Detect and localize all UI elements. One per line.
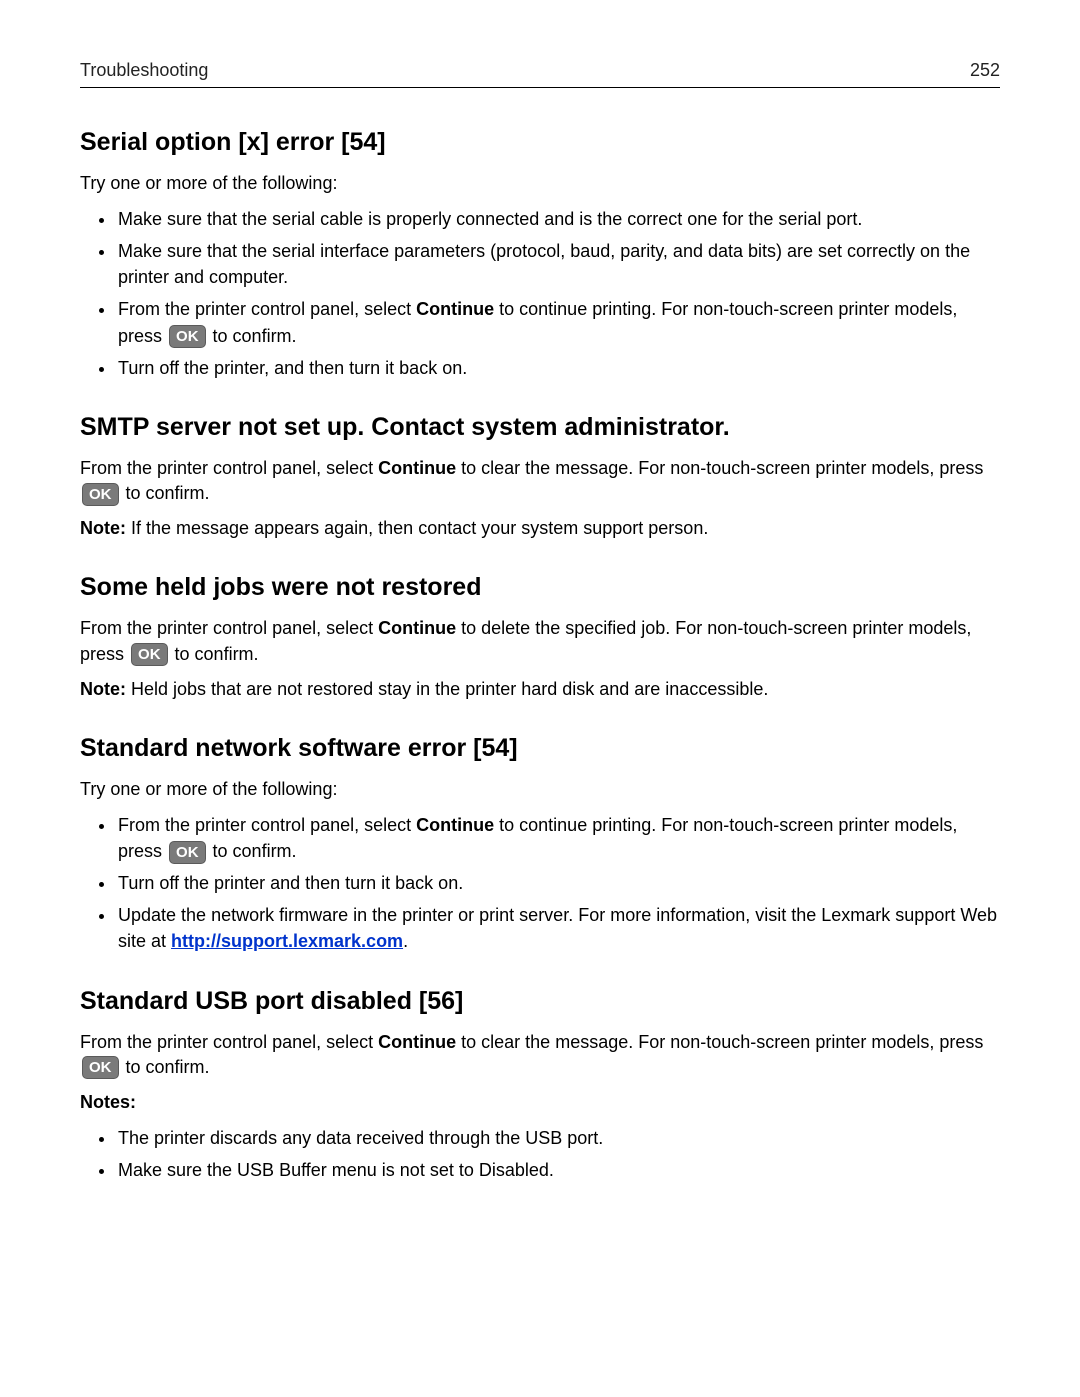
continue-label: Continue bbox=[378, 618, 456, 638]
notes-label: Notes: bbox=[80, 1090, 1000, 1115]
text-fragment: From the printer control panel, select bbox=[118, 299, 416, 319]
intro-text: Try one or more of the following: bbox=[80, 777, 1000, 802]
intro-text: Try one or more of the following: bbox=[80, 171, 1000, 196]
header-section: Troubleshooting bbox=[80, 60, 208, 81]
text-fragment: to confirm. bbox=[170, 644, 259, 664]
list-item: The printer discards any data received t… bbox=[116, 1125, 1000, 1151]
heading-serial-option-error: Serial option [x] error [54] bbox=[80, 128, 1000, 157]
header-page-number: 252 bbox=[970, 60, 1000, 81]
note-label: Note: bbox=[80, 518, 126, 538]
continue-label: Continue bbox=[416, 815, 494, 835]
heading-held-jobs-not-restored: Some held jobs were not restored bbox=[80, 573, 1000, 602]
list-item: From the printer control panel, select C… bbox=[116, 296, 1000, 348]
page: Troubleshooting 252 Serial option [x] er… bbox=[0, 0, 1080, 1255]
list-item: From the printer control panel, select C… bbox=[116, 812, 1000, 864]
ok-button-icon: OK bbox=[169, 841, 206, 864]
ok-button-icon: OK bbox=[131, 643, 168, 666]
paragraph: From the printer control panel, select C… bbox=[80, 616, 1000, 666]
text-fragment: to clear the message. For non‑touch‑scre… bbox=[456, 458, 983, 478]
list-item: Turn off the printer, and then turn it b… bbox=[116, 355, 1000, 381]
text-fragment: From the printer control panel, select bbox=[80, 458, 378, 478]
support-link[interactable]: http://support.lexmark.com bbox=[171, 931, 403, 951]
text-fragment: . bbox=[403, 931, 408, 951]
list-item: Update the network firmware in the print… bbox=[116, 902, 1000, 954]
text-fragment: From the printer control panel, select bbox=[80, 618, 378, 638]
list-item: Make sure that the serial cable is prope… bbox=[116, 206, 1000, 232]
note-text: If the message appears again, then conta… bbox=[126, 518, 708, 538]
list-item: Make sure the USB Buffer menu is not set… bbox=[116, 1157, 1000, 1183]
text-fragment: to clear the message. For non‑touch‑scre… bbox=[456, 1032, 983, 1052]
list-item: Turn off the printer and then turn it ba… bbox=[116, 870, 1000, 896]
continue-label: Continue bbox=[416, 299, 494, 319]
list-item: Make sure that the serial interface para… bbox=[116, 238, 1000, 290]
text-fragment: to confirm. bbox=[121, 1057, 210, 1077]
heading-standard-network-error: Standard network software error [54] bbox=[80, 734, 1000, 763]
bullet-list: The printer discards any data received t… bbox=[80, 1125, 1000, 1183]
text-fragment: to confirm. bbox=[121, 483, 210, 503]
text-fragment: to confirm. bbox=[208, 841, 297, 861]
text-fragment: From the printer control panel, select bbox=[80, 1032, 378, 1052]
page-header: Troubleshooting 252 bbox=[80, 60, 1000, 88]
bullet-list: Make sure that the serial cable is prope… bbox=[80, 206, 1000, 381]
paragraph: From the printer control panel, select C… bbox=[80, 1030, 1000, 1080]
note-paragraph: Note: Held jobs that are not restored st… bbox=[80, 677, 1000, 702]
heading-smtp-not-setup: SMTP server not set up. Contact system a… bbox=[80, 413, 1000, 442]
text-fragment: to confirm. bbox=[208, 326, 297, 346]
note-label: Note: bbox=[80, 679, 126, 699]
ok-button-icon: OK bbox=[82, 1056, 119, 1079]
ok-button-icon: OK bbox=[169, 325, 206, 348]
note-text: Held jobs that are not restored stay in … bbox=[126, 679, 768, 699]
ok-button-icon: OK bbox=[82, 483, 119, 506]
heading-standard-usb-disabled: Standard USB port disabled [56] bbox=[80, 987, 1000, 1016]
note-paragraph: Note: If the message appears again, then… bbox=[80, 516, 1000, 541]
bullet-list: From the printer control panel, select C… bbox=[80, 812, 1000, 954]
continue-label: Continue bbox=[378, 1032, 456, 1052]
paragraph: From the printer control panel, select C… bbox=[80, 456, 1000, 506]
continue-label: Continue bbox=[378, 458, 456, 478]
text-fragment: From the printer control panel, select bbox=[118, 815, 416, 835]
